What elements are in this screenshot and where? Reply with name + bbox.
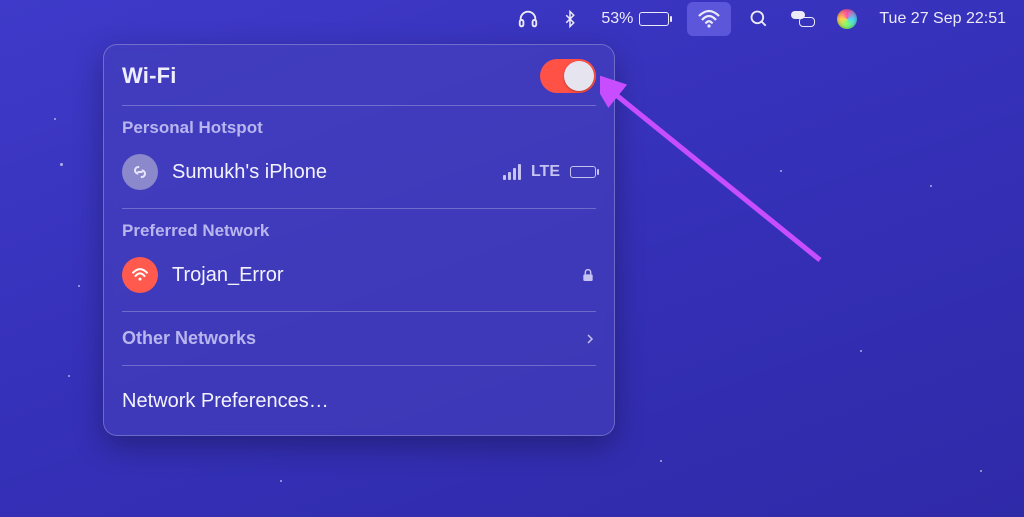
audio-output-icon[interactable] bbox=[513, 0, 543, 38]
battery-icon bbox=[639, 12, 669, 26]
hotspot-row[interactable]: Sumukh's iPhone LTE bbox=[122, 148, 596, 196]
annotation-arrow bbox=[600, 70, 830, 270]
preferred-section-label: Preferred Network bbox=[122, 221, 596, 241]
signal-bars-icon bbox=[503, 164, 521, 180]
preferred-network-name: Trojan_Error bbox=[172, 264, 284, 287]
datetime-label: Tue 27 Sep 22:51 bbox=[879, 10, 1006, 28]
clock-datetime[interactable]: Tue 27 Sep 22:51 bbox=[875, 0, 1010, 38]
wifi-menubar-button[interactable] bbox=[687, 2, 731, 36]
battery-percent-label: 53% bbox=[601, 10, 633, 28]
battery-status[interactable]: 53% bbox=[597, 0, 673, 38]
other-networks-label: Other Networks bbox=[122, 328, 256, 349]
menubar: 53% Tue 27 Sep 22:51 bbox=[0, 0, 1024, 38]
hotspot-section-label: Personal Hotspot bbox=[122, 118, 596, 138]
wifi-icon bbox=[697, 9, 721, 29]
spotlight-search-icon[interactable] bbox=[745, 0, 773, 38]
control-center-icon[interactable] bbox=[787, 0, 819, 38]
bluetooth-icon[interactable] bbox=[557, 0, 583, 38]
signal-type-label: LTE bbox=[531, 163, 560, 181]
wifi-panel: Wi-Fi Personal Hotspot Sumukh's iPhone L… bbox=[103, 44, 615, 436]
wifi-network-icon bbox=[122, 257, 158, 293]
preferred-network-row[interactable]: Trojan_Error bbox=[122, 251, 596, 299]
network-preferences-row[interactable]: Network Preferences… bbox=[122, 378, 596, 417]
toggle-knob bbox=[564, 61, 594, 91]
lock-icon bbox=[580, 266, 596, 284]
network-preferences-label: Network Preferences… bbox=[122, 390, 329, 413]
chevron-right-icon bbox=[584, 330, 596, 348]
hotspot-name: Sumukh's iPhone bbox=[172, 161, 327, 184]
other-networks-row[interactable]: Other Networks bbox=[122, 324, 596, 353]
hotspot-icon bbox=[122, 154, 158, 190]
siri-icon[interactable] bbox=[833, 0, 861, 38]
wifi-toggle[interactable] bbox=[540, 59, 596, 93]
wifi-title: Wi-Fi bbox=[122, 63, 177, 89]
hotspot-battery-icon bbox=[570, 166, 596, 178]
